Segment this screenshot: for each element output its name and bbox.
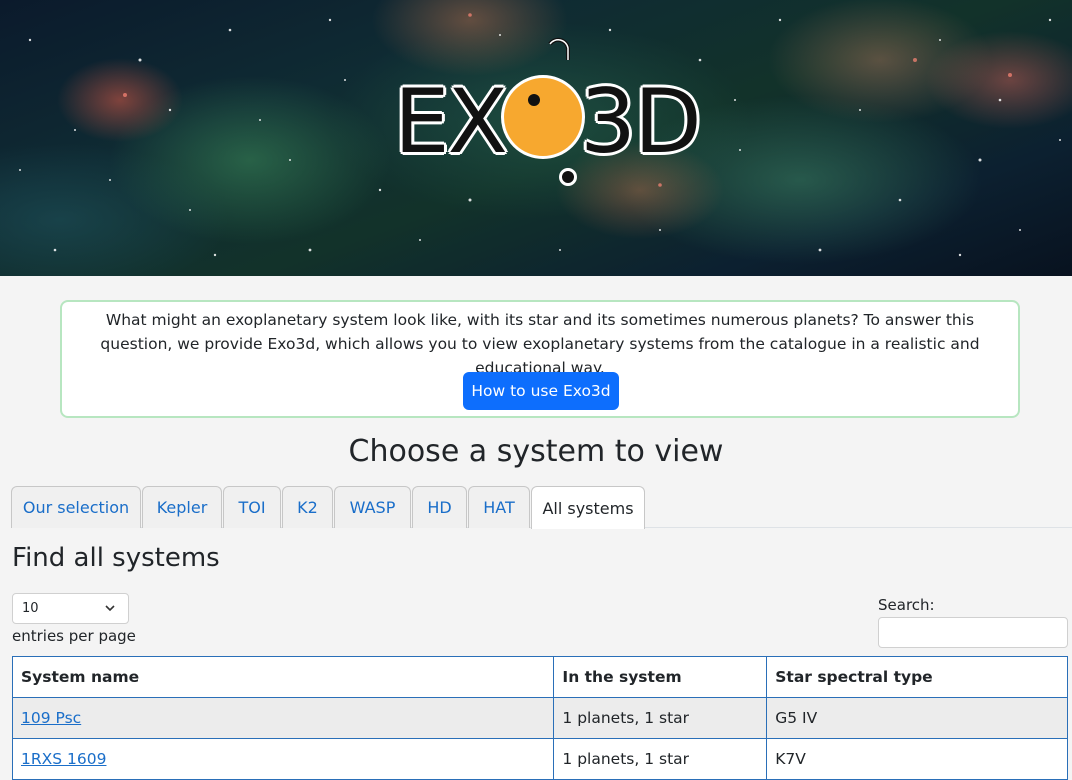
logo-text-3d: 3D xyxy=(580,70,702,173)
intro-text: What might an exoplanetary system look l… xyxy=(100,311,980,377)
system-name-cell: 1RXS 1609 xyxy=(11,738,555,780)
logo-text-ex: EX xyxy=(394,70,508,173)
system-link[interactable]: 1RXS 1609 xyxy=(21,750,106,768)
spectral-type-cell: K7V xyxy=(766,738,1068,780)
choose-system-title: Choose a system to view xyxy=(348,434,724,469)
tab-our-selection[interactable]: Our selection xyxy=(11,486,141,528)
table-header-row: System name In the system Star spectral … xyxy=(11,656,1068,698)
tab-hat[interactable]: HAT xyxy=(468,486,530,528)
logo-star-icon xyxy=(501,75,585,159)
tab-wasp[interactable]: WASP xyxy=(334,486,411,528)
entries-per-page-label: entries per page xyxy=(12,627,136,645)
tab-all-systems[interactable]: All systems xyxy=(531,486,645,529)
intro-card: What might an exoplanetary system look l… xyxy=(60,300,1020,418)
system-tabs: Our selection Kepler TOI K2 WASP HD HAT … xyxy=(11,486,646,529)
exo3d-logo: EX 3D xyxy=(394,30,704,190)
header-banner: EX 3D xyxy=(0,0,1072,276)
find-systems-title: Find all systems xyxy=(12,543,220,573)
table-row: 1RXS 1609 1 planets, 1 star K7V xyxy=(11,738,1068,780)
logo-moon-icon xyxy=(559,168,577,186)
entries-per-page-select[interactable]: 10 xyxy=(12,593,129,624)
column-header-spectral-type[interactable]: Star spectral type xyxy=(766,656,1068,698)
column-header-in-system[interactable]: In the system xyxy=(553,656,768,698)
chevron-down-icon xyxy=(105,605,115,612)
in-system-cell: 1 planets, 1 star xyxy=(553,697,768,739)
tab-kepler[interactable]: Kepler xyxy=(142,486,222,528)
logo-planet-icon xyxy=(528,94,540,106)
table-row: 109 Psc 1 planets, 1 star G5 IV xyxy=(11,697,1068,739)
tab-toi[interactable]: TOI xyxy=(223,486,281,528)
system-name-cell: 109 Psc xyxy=(11,697,555,739)
system-link[interactable]: 109 Psc xyxy=(21,709,81,727)
how-to-use-button[interactable]: How to use Exo3d xyxy=(463,372,619,410)
column-header-system-name[interactable]: System name xyxy=(11,656,555,698)
tab-hd[interactable]: HD xyxy=(412,486,467,528)
tab-k2[interactable]: K2 xyxy=(282,486,333,528)
orbit-arc-icon xyxy=(548,37,570,60)
search-label: Search: xyxy=(878,596,935,614)
in-system-cell: 1 planets, 1 star xyxy=(553,738,768,780)
systems-table: System name In the system Star spectral … xyxy=(11,656,1068,780)
entries-selected-value: 10 xyxy=(22,601,39,616)
search-input[interactable] xyxy=(878,617,1068,648)
spectral-type-cell: G5 IV xyxy=(766,697,1068,739)
